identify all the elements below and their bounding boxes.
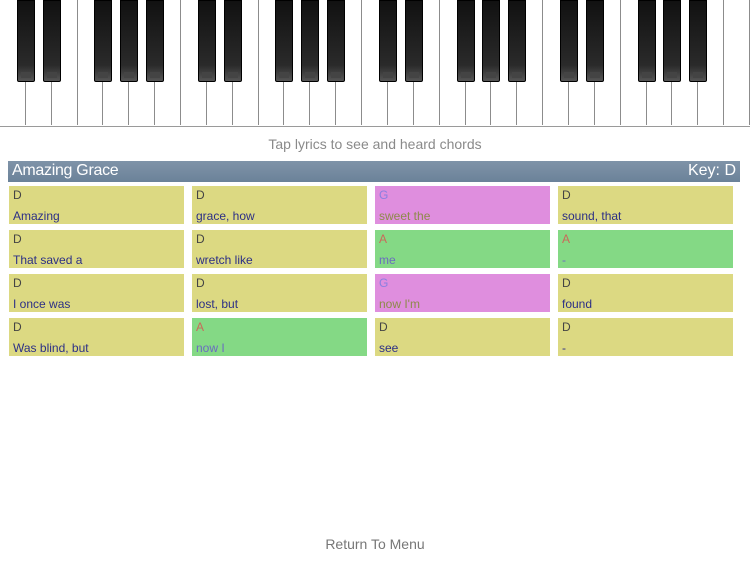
chord-label: D: [562, 276, 571, 290]
black-key[interactable]: [16, 0, 35, 82]
lyric-cell[interactable]: D I once was: [9, 274, 184, 312]
chord-label: D: [562, 320, 571, 334]
lyric-cell[interactable]: Dsound, that: [558, 186, 733, 224]
black-key[interactable]: [301, 0, 320, 82]
lyric-text: wretch like: [196, 253, 253, 267]
black-key[interactable]: [223, 0, 242, 82]
chord-label: D: [13, 276, 22, 290]
chord-label: A: [562, 232, 571, 246]
lyric-text: now I: [196, 341, 225, 355]
chord-label: D: [196, 188, 205, 202]
lyric-cell[interactable]: Dfound: [558, 274, 733, 312]
lyric-cell[interactable]: D Was blind, but: [9, 318, 184, 356]
black-key[interactable]: [146, 0, 165, 82]
chord-label: D: [379, 320, 388, 334]
chord-label: D: [196, 276, 205, 290]
lyric-text: That saved a: [13, 253, 83, 267]
white-key[interactable]: [724, 0, 750, 125]
lyric-cell[interactable]: Dsee: [375, 318, 550, 356]
lyric-text: sound, that: [562, 209, 622, 223]
lyric-cell[interactable]: D-: [558, 318, 733, 356]
chord-label: G: [379, 276, 389, 290]
black-key[interactable]: [327, 0, 346, 82]
chord-label: D: [13, 188, 22, 202]
lyric-text: -: [562, 253, 566, 267]
lyric-text: grace, how: [196, 209, 255, 223]
black-key[interactable]: [275, 0, 294, 82]
black-key[interactable]: [197, 0, 216, 82]
song-key: Key: D: [687, 162, 736, 179]
black-key[interactable]: [663, 0, 682, 82]
lyric-text: see: [379, 341, 399, 355]
lyric-cell[interactable]: Dwretch like: [192, 230, 367, 268]
lyric-text: Was blind, but: [13, 341, 89, 355]
chord-label: D: [13, 320, 22, 334]
chord-label: G: [379, 188, 389, 202]
lyric-cell[interactable]: Gsweet the: [375, 186, 550, 224]
lyric-cell[interactable]: D Amazing: [9, 186, 184, 224]
black-key[interactable]: [689, 0, 708, 82]
black-key[interactable]: [42, 0, 61, 82]
lyric-text: now I'm: [379, 297, 420, 311]
piano-keyboard[interactable]: [0, 0, 750, 127]
black-key[interactable]: [404, 0, 423, 82]
black-key[interactable]: [94, 0, 113, 82]
lyric-cell[interactable]: Anow I: [192, 318, 367, 356]
lyric-text: lost, but: [196, 297, 239, 311]
lyric-cell[interactable]: Dlost, but: [192, 274, 367, 312]
black-key[interactable]: [456, 0, 475, 82]
lyric-text: I once was: [13, 297, 71, 311]
chord-label: A: [379, 232, 388, 246]
black-key[interactable]: [637, 0, 656, 82]
lyric-cell[interactable]: D That saved a: [9, 230, 184, 268]
black-key[interactable]: [559, 0, 578, 82]
chord-label: D: [13, 232, 22, 246]
song-title: Amazing Grace: [12, 162, 119, 179]
lyric-text: -: [562, 341, 566, 355]
lyric-cell[interactable]: A-: [558, 230, 733, 268]
lyric-text: found: [562, 297, 593, 311]
lyric-text: sweet the: [379, 209, 431, 223]
black-key[interactable]: [120, 0, 139, 82]
black-key[interactable]: [508, 0, 527, 82]
lyric-cell[interactable]: Ame: [375, 230, 550, 268]
chord-label: D: [562, 188, 571, 202]
instruction-text: Tap lyrics to see and heard chords: [268, 136, 482, 152]
black-key[interactable]: [378, 0, 397, 82]
lyric-text: Amazing: [13, 209, 60, 223]
black-key[interactable]: [585, 0, 604, 82]
chord-label: D: [196, 232, 205, 246]
chord-label: A: [196, 320, 205, 334]
lyric-cell[interactable]: Dgrace, how: [192, 186, 367, 224]
lyric-text: me: [379, 253, 396, 267]
return-to-menu-button[interactable]: Return To Menu: [0, 536, 750, 552]
lyric-cell[interactable]: Gnow I'm: [375, 274, 550, 312]
black-key[interactable]: [482, 0, 501, 82]
song-title-bar: Amazing Grace Key: D: [8, 161, 740, 182]
